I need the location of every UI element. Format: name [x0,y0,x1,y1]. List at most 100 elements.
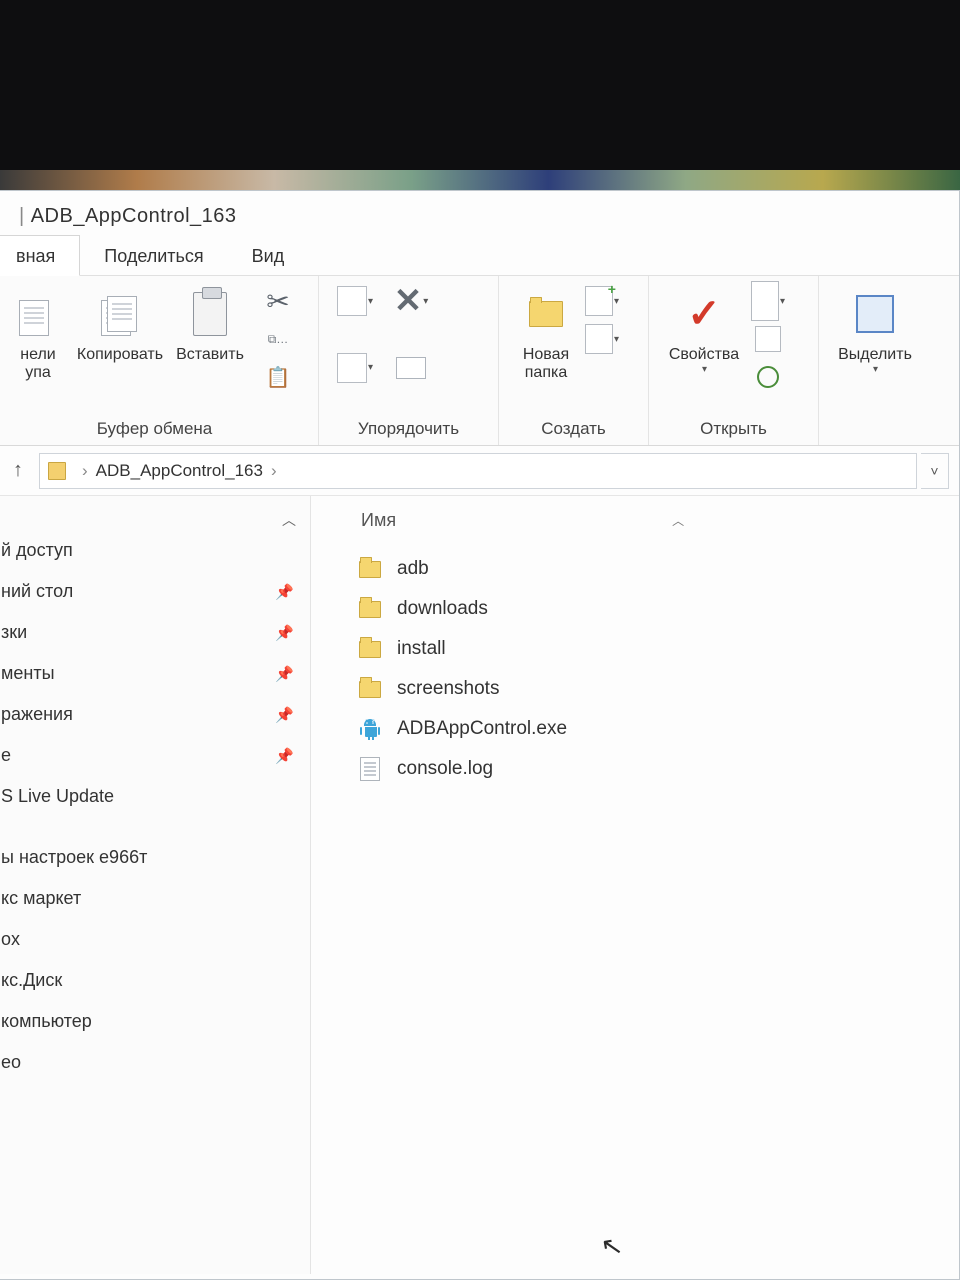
breadcrumb[interactable]: › ADB_AppControl_163 › [39,453,917,489]
sidebar-item-label: ox [1,929,20,950]
sidebar-item[interactable]: менты 📌 [0,653,310,694]
properties-label: Свойства [669,346,739,364]
sidebar-item[interactable]: S Live Update [0,776,310,817]
properties-button[interactable]: ✓ Свойства ▾ [659,282,749,380]
rename-button[interactable] [383,351,439,385]
copy-path-icon: ⧉… [268,332,289,347]
new-item-icon [585,286,613,316]
cut-button[interactable]: ✂ [261,284,295,318]
clipboard-small-buttons: ✂ ⧉… 📋 [259,282,297,396]
select-label: Выделить [838,346,912,364]
new-folder-label: Новая папка [523,346,569,383]
breadcrumb-folder-icon [48,462,66,480]
sidebar-item-label: ео [1,1052,21,1073]
copy-path-button[interactable]: ⧉… [261,322,295,356]
edit-icon [755,326,781,352]
sort-caret-icon[interactable]: ︿ [672,512,684,529]
copy-button[interactable]: Копировать [75,282,165,368]
title-text: ADB_AppControl_163 [31,205,237,227]
properties-caret-icon: ▾ [702,364,707,376]
open-button[interactable]: ▾ [751,284,785,318]
paste-shortcut-button[interactable]: 📋 [261,360,295,394]
rename-icon [396,357,426,379]
sidebar-item[interactable]: ний стол 📌 [0,571,310,612]
paste-button[interactable]: Вставить [165,282,255,368]
sidebar-item[interactable]: компьютер [0,1001,310,1042]
file-row[interactable]: ADBAppControl.exe [351,709,949,749]
file-name: adb [397,558,429,580]
new-folder-icon [529,286,563,342]
create-group-label: Создать [509,415,638,441]
file-name: console.log [397,758,493,780]
tab-share[interactable]: Поделиться [80,236,227,275]
edit-button[interactable] [751,322,785,356]
sidebar-item-label: S Live Update [1,786,114,807]
select-button[interactable]: Выделить ▾ [830,282,920,380]
copy-icon [101,286,139,342]
sidebar-item[interactable]: зки📌 [0,612,310,653]
file-name: ADBAppControl.exe [397,718,567,740]
desktop-sliver [0,170,960,190]
chevron-down-icon: ˅ [930,463,938,479]
sidebar-item[interactable]: e📌 [0,735,310,776]
checkmark-icon: ✓ [687,286,721,342]
delete-x-icon: ✕ [394,281,423,321]
pin-icon: 📌 [275,706,294,724]
open-small-buttons: ▾ [749,282,787,396]
pin-icon [19,286,57,342]
pin-icon: 📌 [275,583,294,601]
file-row[interactable]: install [351,629,949,669]
file-row[interactable]: adb [351,549,949,589]
sidebar-item[interactable]: кс маркет [0,878,310,919]
history-button[interactable] [751,360,785,394]
sidebar-item-label: ний стол [1,581,73,602]
file-row[interactable]: console.log [351,749,949,789]
copy-to-button[interactable]: ▾ [331,351,379,385]
pin-quick-access-button[interactable]: нели упа [1,282,75,387]
scissors-icon: ✂ [266,285,289,318]
nav-up-button[interactable]: ↑ [1,454,35,488]
sidebar-item[interactable]: ox [0,919,310,960]
file-row[interactable]: downloads [351,589,949,629]
android-exe-icon [357,716,383,742]
sidebar-item[interactable]: ражения📌 [0,694,310,735]
pin-icon: 📌 [275,665,294,683]
sidebar-scroll-up[interactable]: ︿ [0,510,310,530]
ribbon-tabs: вная Поделиться Вид [0,234,959,276]
sidebar-item-label: компьютер [1,1011,92,1032]
new-folder-button[interactable]: Новая папка [509,282,583,387]
new-item-button[interactable]: ▾ [585,284,619,318]
sidebar-quick-access[interactable]: й доступ [0,530,310,571]
move-to-button[interactable]: ▾ [331,284,379,318]
breadcrumb-folder[interactable]: ADB_AppControl_163 [96,461,263,481]
explorer-window: |ADB_AppControl_163 вная Поделиться Вид … [0,190,960,1280]
tab-main[interactable]: вная [0,235,80,276]
column-header-name[interactable]: Имя [361,510,396,531]
paste-label: Вставить [176,346,244,364]
easy-access-button[interactable]: ▾ [585,322,619,356]
sidebar-item[interactable]: кс.Диск [0,960,310,1001]
address-bar: ↑ › ADB_AppControl_163 › ˅ [0,446,959,496]
open-icon [751,281,779,321]
tab-view[interactable]: Вид [228,236,309,275]
sidebar-item-label: e [1,745,11,766]
sidebar-item[interactable]: ео [0,1042,310,1083]
copy-to-icon [337,353,367,383]
delete-button[interactable]: ✕▾ [383,284,439,318]
sidebar-item[interactable] [0,817,310,837]
folder-icon [357,556,383,582]
file-name: downloads [397,598,488,620]
sidebar-item-label: менты [1,663,55,684]
group-select: Выделить ▾ [819,276,931,445]
sidebar-quick-access-label: й доступ [1,540,73,561]
group-create: Новая папка ▾ ▾ Создать [499,276,649,445]
organize-group-label: Упорядочить [329,415,488,441]
open-group-label: Открыть [659,415,808,441]
breadcrumb-expand[interactable]: ˅ [921,453,949,489]
sidebar-item[interactable]: ы настроек e966т [0,837,310,878]
breadcrumb-sep-1: › [82,461,88,481]
file-row[interactable]: screenshots [351,669,949,709]
ribbon: нели упа Копировать Вставить ✂ ⧉… 📋 Буфе… [0,276,959,446]
title-pipe: | [19,205,25,227]
easy-access-icon [585,324,613,354]
